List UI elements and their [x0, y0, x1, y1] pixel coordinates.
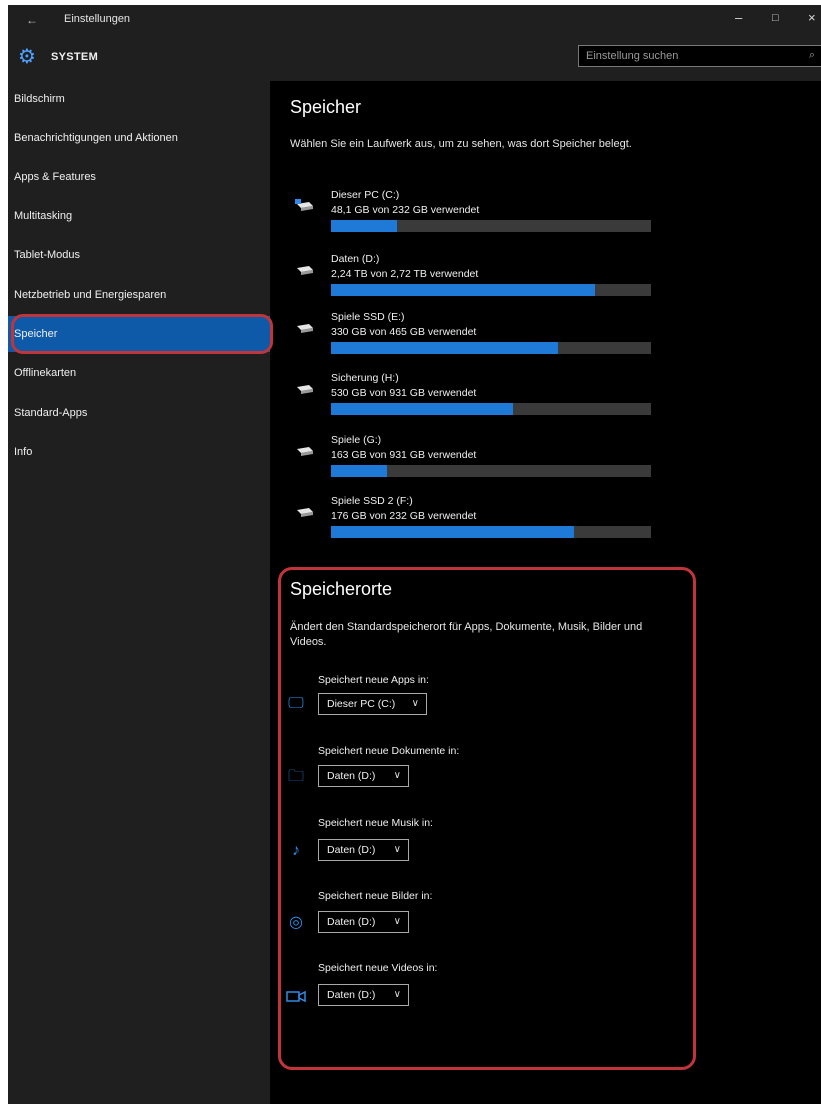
drive-icon	[297, 385, 313, 394]
gear-icon: ⚙	[18, 46, 36, 68]
drive-item[interactable]: Dieser PC (C:) 48,1 GB von 232 GB verwen…	[290, 189, 670, 241]
music-location-value: Daten (D:)	[327, 844, 376, 856]
location-label-apps: Speichert neue Apps in:	[318, 674, 429, 686]
drive-usage: 48,1 GB von 232 GB verwendet	[331, 204, 480, 216]
drive-usage: 330 GB von 465 GB verwendet	[331, 326, 477, 338]
locations-description: Ändert den Standardspeicherort für Apps,…	[290, 621, 643, 648]
chevron-down-icon: ∨	[393, 916, 401, 927]
drive-icon	[297, 508, 313, 517]
location-label-documents: Speichert neue Dokumente in:	[318, 745, 460, 757]
location-label-pictures: Speichert neue Bilder in:	[318, 890, 433, 902]
search-input[interactable]	[579, 46, 796, 66]
storage-description: Wählen Sie ein Laufwerk aus, um zu sehen…	[290, 138, 632, 150]
locations-title: Speicherorte	[290, 579, 393, 599]
usage-bar-fill	[331, 284, 595, 296]
search-box[interactable]: ⌕	[578, 45, 821, 67]
drive-usage: 2,24 TB von 2,72 TB verwendet	[331, 268, 479, 280]
section-title: SYSTEM	[51, 51, 99, 63]
documents-location-dropdown[interactable]: Daten (D:) ∨	[318, 765, 409, 787]
pictures-location-value: Daten (D:)	[327, 916, 376, 928]
minimize-button[interactable]: –	[735, 10, 742, 25]
sidebar-item-offlinekarten[interactable]: Offlinekarten	[8, 355, 270, 391]
drive-icon	[297, 266, 313, 275]
location-label-videos: Speichert neue Videos in:	[318, 962, 438, 974]
pictures-location-dropdown[interactable]: Daten (D:) ∨	[318, 911, 409, 933]
sidebar-item-tablet-modus[interactable]: Tablet-Modus	[8, 237, 270, 273]
main-content: Speicher Wählen Sie ein Laufwerk aus, um…	[270, 81, 821, 1104]
drive-usage: 163 GB von 931 GB verwendet	[331, 449, 477, 461]
drive-name: Daten (D:)	[331, 253, 380, 265]
drive-icon	[297, 447, 313, 456]
drive-item[interactable]: Daten (D:) 2,24 TB von 2,72 TB verwendet	[290, 253, 670, 305]
usage-bar-fill	[331, 403, 514, 415]
sidebar-item-info[interactable]: Info	[8, 434, 270, 470]
drive-item[interactable]: Spiele SSD 2 (F:) 176 GB von 232 GB verw…	[290, 495, 670, 547]
usage-bar	[331, 403, 651, 415]
sidebar-item-netzbetrieb[interactable]: Netzbetrieb und Energiesparen	[8, 277, 270, 313]
usage-bar-fill	[331, 342, 559, 354]
location-label-music: Speichert neue Musik in:	[318, 817, 433, 829]
usage-bar	[331, 465, 651, 477]
apps-location-dropdown[interactable]: Dieser PC (C:) ∨	[318, 693, 427, 715]
window-title: Einstellungen	[64, 13, 131, 25]
settings-header: ⚙ SYSTEM ⌕	[8, 35, 821, 81]
documents-location-value: Daten (D:)	[327, 770, 376, 782]
video-camera-icon	[286, 990, 306, 1003]
drive-name: Spiele SSD 2 (F:)	[331, 495, 413, 507]
sidebar: Bildschirm Benachrichtigungen und Aktion…	[8, 81, 273, 1104]
music-location-dropdown[interactable]: Daten (D:) ∨	[318, 839, 409, 861]
chevron-down-icon: ∨	[393, 989, 401, 1000]
usage-bar	[331, 220, 651, 232]
chevron-down-icon: ∨	[393, 770, 401, 781]
drive-icon	[297, 324, 313, 333]
drive-item[interactable]: Spiele SSD (E:) 330 GB von 465 GB verwen…	[290, 311, 670, 363]
drive-name: Spiele (G:)	[331, 434, 382, 446]
chevron-down-icon: ∨	[411, 698, 419, 709]
usage-bar-fill	[331, 526, 574, 538]
chevron-down-icon: ∨	[393, 844, 401, 855]
sidebar-item-standard-apps[interactable]: Standard-Apps	[8, 395, 270, 431]
folder-icon: 🗀	[287, 768, 304, 785]
drive-name: Spiele SSD (E:)	[331, 311, 405, 323]
storage-title: Speicher	[290, 97, 362, 117]
title-bar: ← Einstellungen – □ ×	[8, 5, 821, 35]
search-icon[interactable]: ⌕	[809, 49, 815, 62]
music-note-icon: ♪	[292, 842, 300, 859]
usage-bar-fill	[331, 465, 387, 477]
videos-location-dropdown[interactable]: Daten (D:) ∨	[318, 984, 409, 1006]
drive-item[interactable]: Sicherung (H:) 530 GB von 931 GB verwend…	[290, 372, 670, 424]
maximize-button[interactable]: □	[772, 12, 779, 24]
drive-name: Sicherung (H:)	[331, 372, 399, 384]
apps-location-value: Dieser PC (C:)	[327, 698, 396, 710]
close-button[interactable]: ×	[808, 10, 816, 25]
settings-window: ← Einstellungen – □ × ⚙ SYSTEM ⌕ Bildsch…	[8, 5, 821, 1104]
sidebar-item-benachrichtigungen[interactable]: Benachrichtigungen und Aktionen	[8, 120, 270, 156]
back-arrow-icon[interactable]: ←	[26, 13, 38, 27]
monitor-icon: 🖵	[288, 695, 304, 712]
videos-location-value: Daten (D:)	[327, 989, 376, 1001]
usage-bar	[331, 526, 651, 538]
usage-bar	[331, 284, 651, 296]
sidebar-item-apps-features[interactable]: Apps & Features	[8, 159, 270, 195]
windows-drive-icon	[295, 199, 313, 211]
camera-icon: ◎	[289, 914, 303, 931]
drive-usage: 530 GB von 931 GB verwendet	[331, 387, 477, 399]
drive-item[interactable]: Spiele (G:) 163 GB von 931 GB verwendet	[290, 434, 670, 486]
sidebar-item-multitasking[interactable]: Multitasking	[8, 198, 270, 234]
drive-usage: 176 GB von 232 GB verwendet	[331, 510, 477, 522]
drive-name: Dieser PC (C:)	[331, 189, 400, 201]
sidebar-item-bildschirm[interactable]: Bildschirm	[8, 81, 270, 117]
usage-bar	[331, 342, 651, 354]
usage-bar-fill	[331, 220, 398, 232]
sidebar-item-speicher[interactable]: Speicher	[8, 316, 270, 352]
